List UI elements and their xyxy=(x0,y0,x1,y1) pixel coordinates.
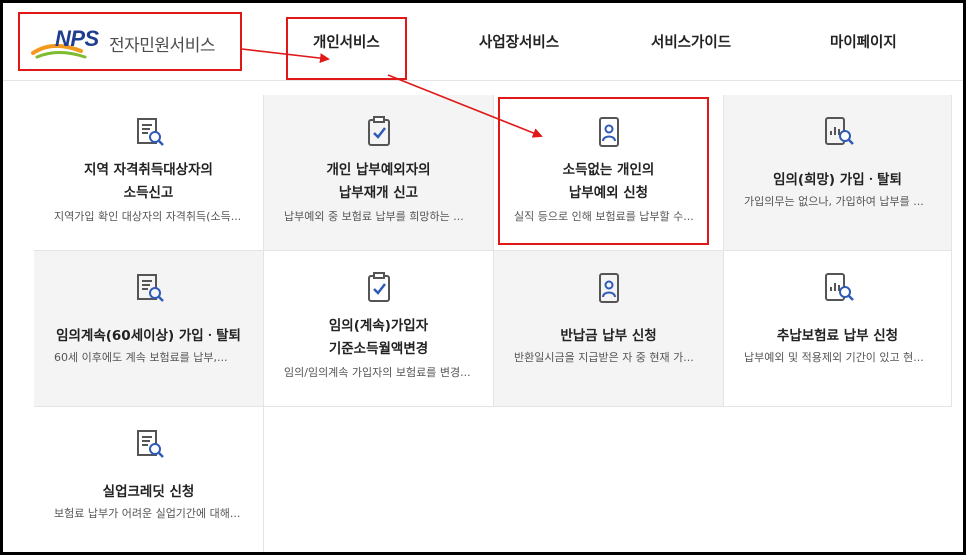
card-description: 납부예외 중 보험료 납부를 희망하는 ... xyxy=(284,210,464,223)
service-card[interactable]: 실업크레딧 신청 보험료 납부가 어려운 실업기간에 대해... xyxy=(34,407,264,552)
card-title: 임의계속(60세이상) 가입ㆍ탈퇴 xyxy=(56,328,241,344)
card-description: 임의/임의계속 가입자의 보험료를 변경... xyxy=(284,366,471,379)
nav-service-guide[interactable]: 서비스가이드 xyxy=(651,31,731,52)
card-title: 지역 자격취득대상자의 소득신고 xyxy=(84,162,213,201)
service-card[interactable]: 임의계속(60세이상) 가입ㆍ탈퇴 60세 이후에도 계속 보험료를 납부,..… xyxy=(34,251,264,407)
card-title: 개인 납부예외자의 납부재개 신고 xyxy=(326,162,431,201)
card-description: 지역가입 확인 대상자의 자격취득(소득... xyxy=(54,210,242,223)
tablet-chart-search-icon xyxy=(824,117,854,145)
service-grid: 지역 자격취득대상자의 소득신고 지역가입 확인 대상자의 자격취득(소득... … xyxy=(34,95,952,552)
site-header: NPS 전자민원서비스 개인서비스 사업장서비스 서비스가이드 마이페이지 xyxy=(3,3,963,81)
id-badge-icon xyxy=(598,117,619,147)
service-card[interactable]: 반납금 납부 신청 반환일시금을 지급받은 자 중 현재 가... xyxy=(494,251,724,407)
tablet-chart-search-icon xyxy=(824,273,854,301)
main-nav: 개인서비스 사업장서비스 서비스가이드 마이페이지 xyxy=(3,31,963,55)
document-search-icon xyxy=(136,430,164,458)
id-badge-icon xyxy=(598,273,619,303)
nav-business-service[interactable]: 사업장서비스 xyxy=(479,31,559,52)
service-card[interactable]: 임의(희망) 가입ㆍ탈퇴 가입의무는 없으나, 가입하여 납부를 ... xyxy=(724,95,952,251)
card-title: 반납금 납부 신청 xyxy=(560,328,657,344)
service-card[interactable]: 추납보험료 납부 신청 납부예외 및 적용제외 기간이 있고 현... xyxy=(724,251,952,407)
document-search-icon xyxy=(136,118,164,146)
card-description: 반환일시금을 지급받은 자 중 현재 가... xyxy=(514,351,694,364)
card-description: 60세 이후에도 계속 보험료를 납부,... xyxy=(54,351,228,364)
nav-personal-service[interactable]: 개인서비스 xyxy=(313,31,380,52)
service-card[interactable]: 임의(계속)가입자 기준소득월액변경 임의/임의계속 가입자의 보험료를 변경..… xyxy=(264,251,494,407)
card-title: 실업크레딧 신청 xyxy=(102,484,195,500)
card-title: 소득없는 개인의 납부예외 신청 xyxy=(562,162,655,201)
clipboard-check-icon xyxy=(367,272,390,302)
page-frame: NPS 전자민원서비스 개인서비스 사업장서비스 서비스가이드 마이페이지 지역… xyxy=(3,3,963,552)
card-description: 보험료 납부가 어려운 실업기간에 대해... xyxy=(54,507,241,520)
card-title: 임의(계속)가입자 기준소득월액변경 xyxy=(328,318,429,357)
card-description: 실직 등으로 인해 보험료를 납부할 수... xyxy=(514,210,694,223)
card-description: 납부예외 및 적용제외 기간이 있고 현... xyxy=(744,351,924,364)
service-card[interactable]: 개인 납부예외자의 납부재개 신고 납부예외 중 보험료 납부를 희망하는 ... xyxy=(264,95,494,251)
card-description: 가입의무는 없으나, 가입하여 납부를 ... xyxy=(744,195,924,208)
card-title: 임의(희망) 가입ㆍ탈퇴 xyxy=(773,172,902,188)
card-title: 추납보험료 납부 신청 xyxy=(776,328,899,344)
service-card[interactable]: 소득없는 개인의 납부예외 신청 실직 등으로 인해 보험료를 납부할 수... xyxy=(494,95,724,251)
service-card[interactable]: 지역 자격취득대상자의 소득신고 지역가입 확인 대상자의 자격취득(소득... xyxy=(34,95,264,251)
nav-my-page[interactable]: 마이페이지 xyxy=(830,31,897,52)
document-search-icon xyxy=(136,274,164,302)
clipboard-check-icon xyxy=(367,116,390,146)
